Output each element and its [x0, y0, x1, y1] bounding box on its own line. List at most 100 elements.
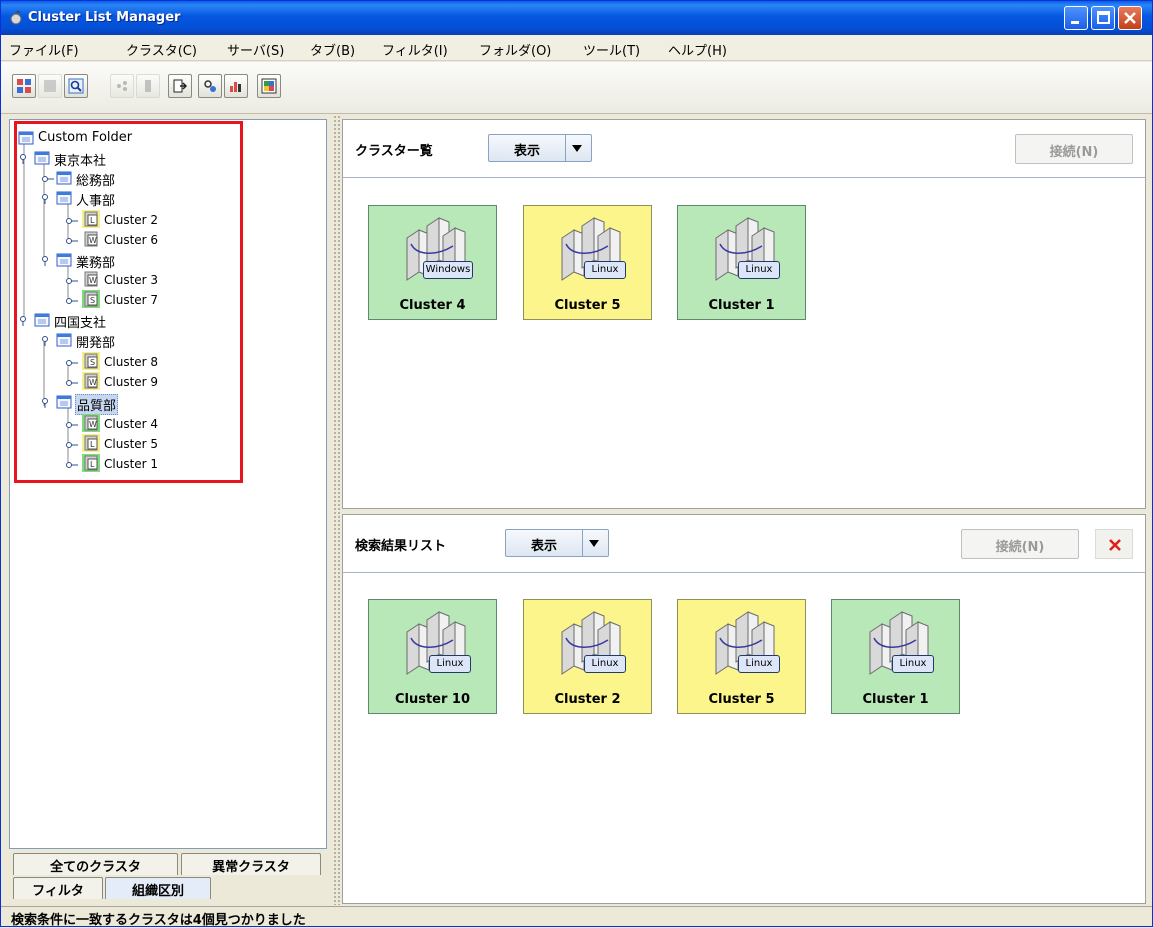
menu-tools[interactable]: ツール(T) — [583, 40, 640, 59]
svg-text:W: W — [89, 236, 97, 245]
svg-text:S: S — [90, 358, 95, 367]
search-results-panel: 検索結果リスト 表示 接続(N) Linux Cluster 10 Linux … — [342, 514, 1146, 904]
add-server-button[interactable] — [110, 74, 134, 98]
remove-server-icon — [145, 80, 151, 92]
remove-server-button[interactable] — [136, 74, 160, 98]
tree-label: 品質部 — [75, 394, 119, 415]
collapsed-handle-icon[interactable] — [66, 276, 78, 286]
tab-filter[interactable]: フィルタ — [13, 877, 103, 899]
cluster-card[interactable]: Linux Cluster 1 — [677, 205, 806, 320]
collapsed-handle-icon[interactable] — [66, 378, 78, 388]
menu-folder[interactable]: フォルダ(O) — [479, 40, 551, 59]
cluster-name: Cluster 2 — [554, 692, 621, 707]
svg-text:S: S — [90, 296, 95, 305]
remove-cluster-button[interactable] — [38, 74, 62, 98]
status-grid-icon — [261, 78, 277, 94]
cluster-list-view-dropdown[interactable]: 表示 — [488, 134, 592, 162]
add-cluster-button[interactable] — [12, 74, 36, 98]
collapsed-handle-icon[interactable] — [66, 440, 78, 450]
menu-cluster[interactable]: クラスタ(C) — [126, 40, 197, 59]
pane-splitter[interactable] — [333, 115, 341, 905]
search-results-header: 検索結果リスト 表示 接続(N) — [343, 515, 1145, 573]
collapsed-handle-icon[interactable] — [66, 216, 78, 226]
svg-text:L: L — [90, 440, 95, 449]
expand-handle-icon[interactable] — [20, 316, 30, 326]
cluster-card[interactable]: Linux Cluster 10 — [368, 599, 497, 714]
svg-text:W: W — [89, 420, 97, 429]
windows-cluster-icon: W — [84, 271, 98, 287]
tree-label: Cluster 3 — [104, 273, 159, 287]
expand-handle-icon[interactable] — [42, 398, 52, 408]
add-cluster-icon — [17, 79, 31, 93]
collapsed-handle-icon[interactable] — [66, 358, 78, 368]
expand-handle-icon[interactable] — [20, 154, 30, 164]
cluster-card[interactable]: Linux Cluster 5 — [523, 205, 652, 320]
status-bar: 検索条件に一致するクラスタは4個見つかりました — [1, 906, 1152, 928]
collapsed-handle-icon[interactable] — [66, 460, 78, 470]
svg-text:L: L — [90, 216, 95, 225]
cluster-list-panel: クラスター覧 表示 接続(N) Windows Cluster 4 Linux … — [342, 119, 1146, 509]
folder-tree-pane[interactable]: Custom Folder 東京本社 総務部 人事部 L Cluster 2 W… — [9, 119, 327, 849]
tree-label: 総務部 — [76, 174, 116, 189]
svg-text:W: W — [89, 276, 97, 285]
folder-icon — [56, 191, 72, 205]
folder-icon — [56, 253, 72, 267]
folder-icon — [56, 395, 72, 409]
os-badge: Linux — [584, 655, 626, 673]
menu-tab[interactable]: タブ(B) — [310, 40, 355, 59]
tab-abnormal-clusters[interactable]: 異常クラスタ — [181, 853, 321, 875]
tree-label: 業務部 — [76, 256, 116, 271]
collapsed-handle-icon[interactable] — [66, 420, 78, 430]
linux-cluster-icon: L — [82, 210, 100, 228]
settings-button[interactable] — [198, 74, 222, 98]
gear-icon — [204, 80, 216, 92]
expand-handle-icon[interactable] — [42, 256, 52, 266]
export-button[interactable] — [168, 74, 192, 98]
search-results-connect-button[interactable]: 接続(N) — [961, 529, 1079, 559]
close-search-results-button[interactable] — [1095, 529, 1133, 559]
menu-server[interactable]: サーバ(S) — [227, 40, 284, 59]
collapsed-handle-icon[interactable] — [42, 174, 54, 184]
title-bar[interactable]: Cluster List Manager — [1, 1, 1152, 35]
maximize-button[interactable] — [1091, 6, 1115, 30]
view-label: 表示 — [530, 539, 557, 554]
svg-text:L: L — [90, 460, 95, 469]
add-server-icon — [117, 81, 127, 91]
cluster-card[interactable]: Windows Cluster 4 — [368, 205, 497, 320]
tab-by-organization[interactable]: 組織区別 — [105, 877, 211, 899]
solaris-cluster-icon: S — [82, 352, 100, 370]
windows-cluster-icon: W — [82, 414, 100, 432]
search-icon — [68, 78, 84, 94]
os-badge: Linux — [892, 655, 934, 673]
minimize-icon — [1071, 21, 1079, 24]
expand-handle-icon[interactable] — [42, 194, 52, 204]
cluster-list-connect-button[interactable]: 接続(N) — [1015, 134, 1133, 164]
os-badge: Linux — [584, 261, 626, 279]
search-results-title: 検索結果リスト — [355, 539, 447, 554]
expand-handle-icon[interactable] — [42, 336, 52, 346]
cluster-card[interactable]: Linux Cluster 2 — [523, 599, 652, 714]
close-button[interactable] — [1118, 6, 1142, 30]
app-window: Cluster List Manager ファイル(F) クラスタ(C) サーバ… — [0, 0, 1153, 928]
search-button[interactable] — [64, 74, 88, 98]
status-button[interactable] — [257, 74, 281, 98]
cluster-card[interactable]: Linux Cluster 5 — [677, 599, 806, 714]
linux-cluster-icon: L — [82, 434, 100, 452]
os-badge: Linux — [738, 261, 780, 279]
menu-help[interactable]: ヘルプ(H) — [668, 40, 727, 59]
status-text: 検索条件に一致するクラスタは4個見つかりました — [11, 913, 306, 928]
minimize-button[interactable] — [1064, 6, 1088, 30]
os-badge: Windows — [423, 261, 473, 279]
collapsed-handle-icon[interactable] — [66, 236, 78, 246]
search-results-view-dropdown[interactable]: 表示 — [505, 529, 609, 557]
cluster-name: Cluster 5 — [708, 692, 775, 707]
collapsed-handle-icon[interactable] — [66, 296, 78, 306]
linux-cluster-icon: L — [82, 454, 100, 472]
cluster-list-title: クラスター覧 — [355, 144, 433, 159]
tree-label: 人事部 — [76, 194, 116, 209]
report-button[interactable] — [224, 74, 248, 98]
menu-filter[interactable]: フィルタ(I) — [382, 40, 448, 59]
menu-file[interactable]: ファイル(F) — [9, 40, 79, 59]
cluster-card[interactable]: Linux Cluster 1 — [831, 599, 960, 714]
tab-all-clusters[interactable]: 全てのクラスタ — [13, 853, 178, 875]
